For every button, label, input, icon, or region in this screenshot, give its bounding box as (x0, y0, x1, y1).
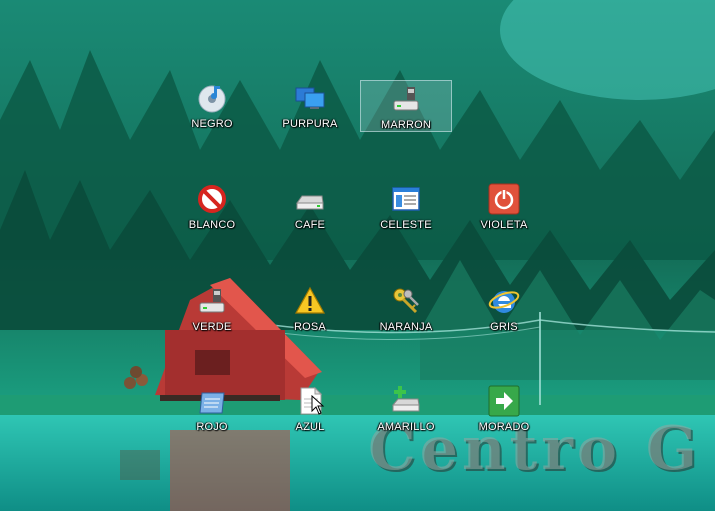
desktop-icon-azul[interactable]: AZUL (264, 383, 356, 435)
usb-drive-icon (199, 289, 225, 313)
warning-icon (294, 286, 326, 314)
desktop-icon-naranja[interactable]: NARANJA (360, 283, 452, 335)
desktop-icon-negro[interactable]: NEGRO (166, 80, 258, 132)
internet-explorer-icon (488, 291, 520, 313)
desktop-icon-label: GRIS (490, 321, 518, 333)
desktop-icon-label: MARRON (380, 119, 432, 131)
window-list-icon (392, 187, 420, 211)
desktop-icon-purpura[interactable]: PURPURA (264, 80, 356, 132)
desktop-icon-label: ROSA (294, 321, 326, 333)
add-drive-icon (391, 386, 420, 412)
usb-drive-icon (393, 87, 419, 111)
desktop-icon-label: NEGRO (191, 118, 233, 130)
desktop-icon-label: AMARILLO (377, 421, 435, 433)
desktop-icon-gris[interactable]: GRIS (458, 283, 550, 335)
mouse-cursor-icon (311, 395, 325, 415)
desktop-icon-label: MORADO (478, 421, 530, 433)
desktop-icon-marron[interactable]: MARRON (360, 80, 452, 132)
arrow-right-icon (488, 385, 520, 417)
desktop-icon-blanco[interactable]: BLANCO (166, 181, 258, 233)
desktop-icon-label: NARANJA (379, 321, 433, 333)
desktop-icon-rosa[interactable]: ROSA (264, 283, 356, 335)
desktop-icon-celeste[interactable]: CELESTE (360, 181, 452, 233)
desktop-icon-label: VIOLETA (480, 219, 528, 231)
desktop-icon-rojo[interactable]: ROJO (166, 383, 258, 435)
desktop-icon-verde[interactable]: VERDE (166, 283, 258, 335)
drive-icon (296, 195, 324, 210)
desktop-icon-label: VERDE (192, 321, 232, 333)
desktop-icon-label: AZUL (295, 421, 325, 433)
power-icon (488, 183, 520, 215)
media-disc-icon (198, 85, 226, 113)
desktop-icon-cafe[interactable]: CAFE (264, 181, 356, 233)
desktop-icon-label: PURPURA (282, 118, 338, 130)
desktop-icon-label: CAFE (294, 219, 326, 231)
desktop-icon-label: CELESTE (380, 219, 432, 231)
network-monitors-icon (295, 87, 325, 109)
desktop-icon-label: BLANCO (188, 219, 236, 231)
keys-icon (393, 288, 419, 314)
desktop-icon-label: ROJO (196, 421, 228, 433)
desktop-icon-amarillo[interactable]: AMARILLO (360, 383, 452, 435)
no-entry-icon (198, 185, 226, 213)
desktop-icon-morado[interactable]: MORADO (458, 383, 550, 435)
desktop-icon-violeta[interactable]: VIOLETA (458, 181, 550, 233)
clipboard-icon (199, 392, 225, 414)
